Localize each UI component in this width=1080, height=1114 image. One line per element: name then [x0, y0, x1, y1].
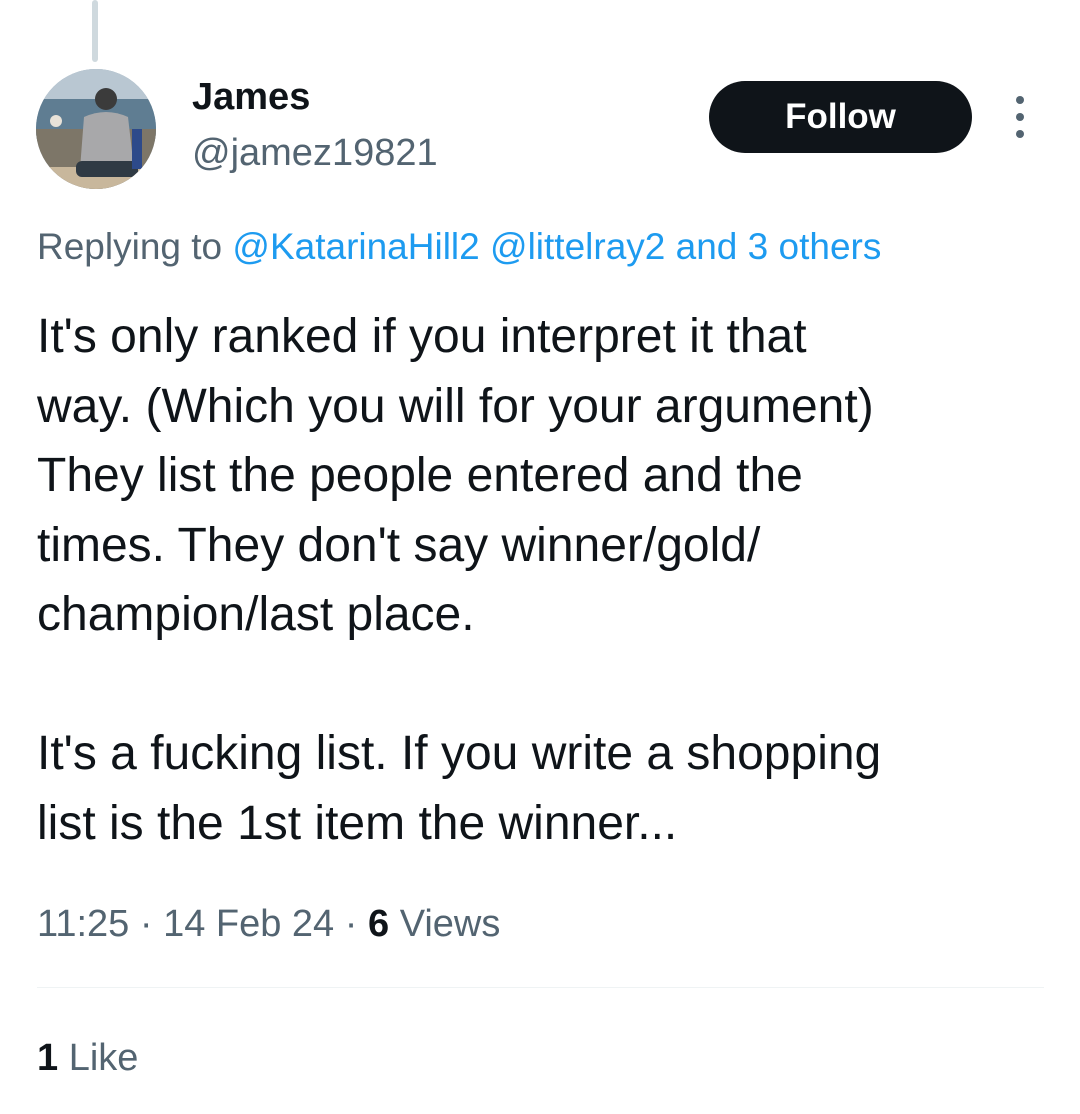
meta-separator: ·: [139, 903, 153, 945]
reply-context: Replying to @KatarinaHill2 @littelray2 a…: [37, 224, 881, 270]
more-dot: [1016, 96, 1024, 104]
views-label: Views: [399, 903, 501, 945]
thread-connector-line: [92, 0, 98, 62]
author-handle[interactable]: @jamez19821: [192, 130, 438, 176]
reply-prefix: Replying to: [37, 226, 223, 267]
tweet-time[interactable]: 11:25: [37, 903, 129, 945]
mention-link[interactable]: @KatarinaHill2: [232, 226, 479, 267]
tweet-text: It's only ranked if you interpret it tha…: [37, 310, 882, 850]
mention-link[interactable]: @littelray2: [490, 226, 665, 267]
avatar[interactable]: [36, 69, 156, 189]
likes-label: Like: [68, 1037, 139, 1079]
tweet-date[interactable]: 14 Feb 24: [163, 903, 334, 945]
views-count: 6: [367, 903, 390, 945]
likes-count: 1: [37, 1037, 59, 1079]
divider: [37, 987, 1044, 988]
author-name[interactable]: James: [192, 74, 310, 120]
tweet-meta: 11:25 · 14 Feb 24 · 6 Views: [37, 900, 500, 948]
follow-button[interactable]: Follow: [709, 81, 972, 153]
more-vertical-icon[interactable]: [1006, 96, 1034, 138]
others-link[interactable]: and 3 others: [676, 226, 882, 267]
likes-link[interactable]: 1 Like: [37, 1034, 138, 1082]
meta-separator: ·: [344, 903, 358, 945]
more-dot: [1016, 113, 1024, 121]
avatar-photo: [36, 69, 156, 189]
more-dot: [1016, 130, 1024, 138]
